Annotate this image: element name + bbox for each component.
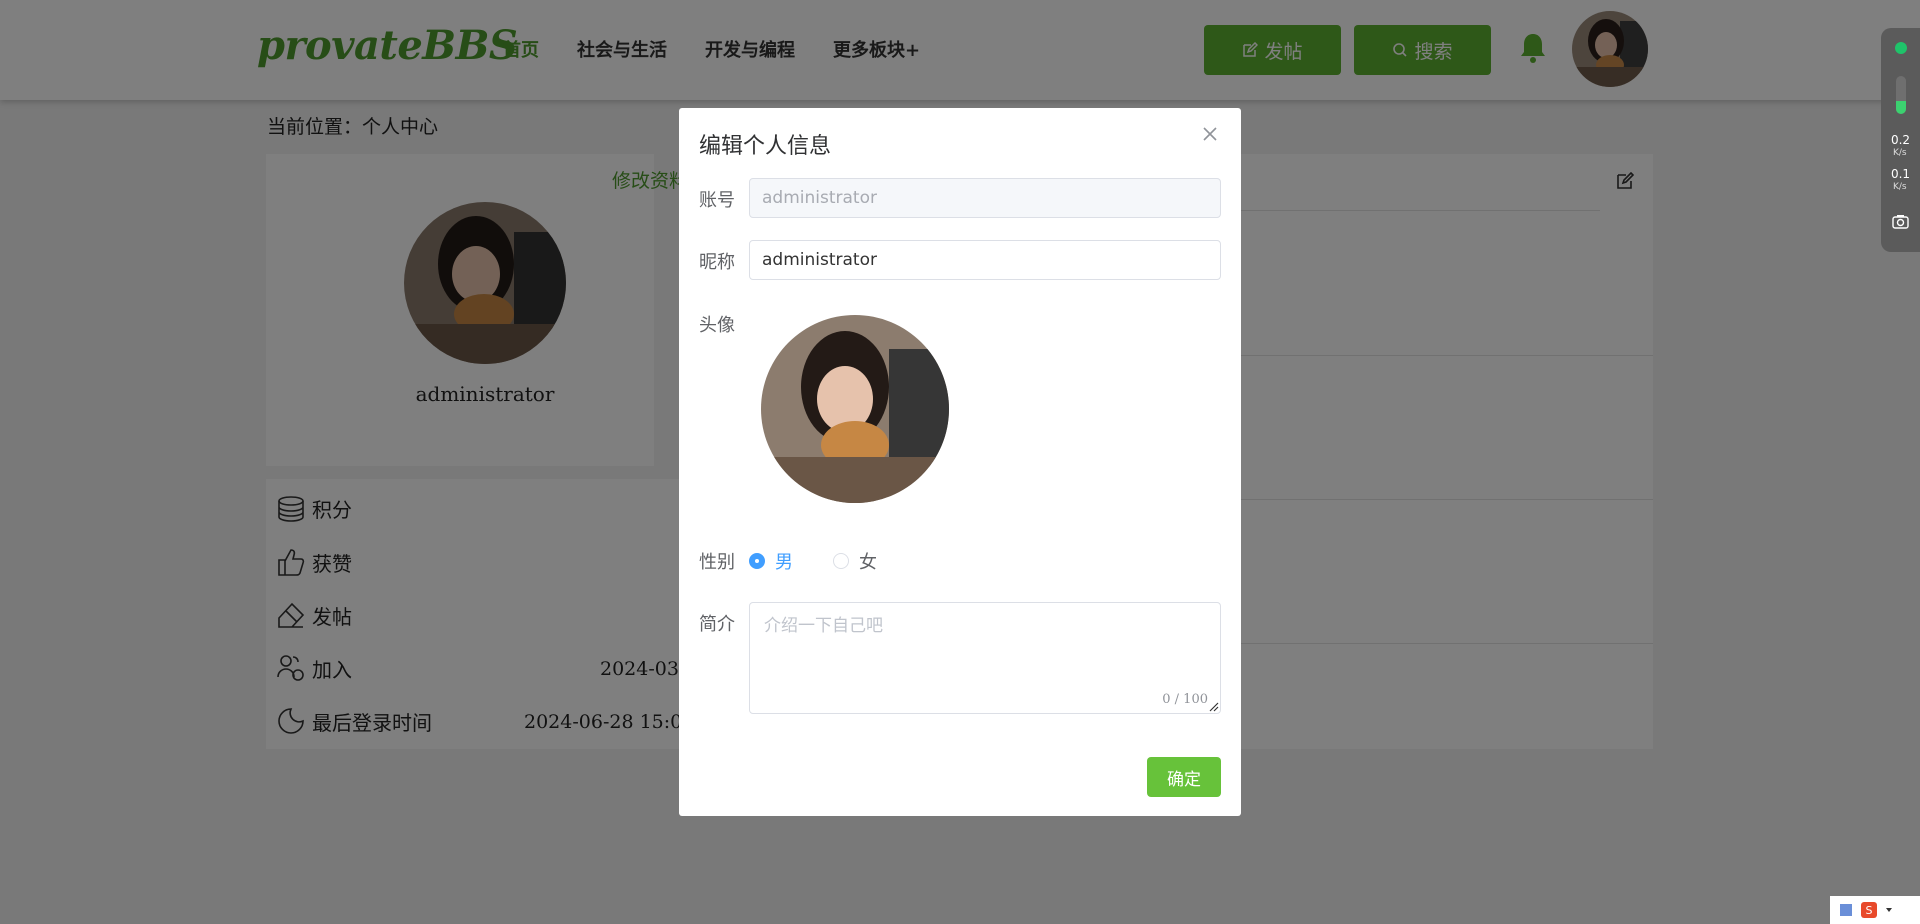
- status-dot: [1895, 42, 1907, 54]
- resize-handle-icon[interactable]: [1207, 700, 1219, 712]
- intro-textarea[interactable]: 介绍一下自己吧 0 / 100: [749, 602, 1221, 714]
- usage-bar: [1896, 76, 1906, 114]
- edit-profile-dialog: 编辑个人信息 账号 administrator 昵称 administrator…: [679, 108, 1241, 816]
- account-label: 账号: [699, 190, 735, 211]
- radio-male[interactable]: [749, 553, 765, 569]
- upload-unit: K/s: [1893, 148, 1907, 158]
- caret-icon[interactable]: [1884, 902, 1894, 918]
- intro-placeholder: 介绍一下自己吧: [764, 616, 883, 636]
- account-field: administrator: [749, 178, 1221, 218]
- svg-text:S: S: [1866, 904, 1873, 917]
- tray-app-icon[interactable]: [1838, 902, 1854, 918]
- radio-male-label[interactable]: 男: [775, 548, 793, 574]
- dialog-title: 编辑个人信息: [699, 134, 832, 159]
- usage-bar-fill: [1896, 100, 1906, 114]
- close-icon[interactable]: [1202, 126, 1218, 142]
- intro-label: 简介: [699, 614, 735, 635]
- system-tray: S: [1830, 896, 1920, 924]
- char-counter: 0 / 100: [1162, 692, 1208, 707]
- network-speed-widget[interactable]: 0.2 K/s 0.1 K/s: [1881, 28, 1920, 252]
- nickname-field[interactable]: administrator: [749, 240, 1221, 280]
- sogou-icon[interactable]: S: [1860, 901, 1878, 919]
- radio-female[interactable]: [833, 553, 849, 569]
- download-unit: K/s: [1893, 182, 1907, 192]
- download-speed: 0.1: [1890, 167, 1911, 181]
- upload-speed: 0.2: [1890, 133, 1911, 147]
- camera-icon[interactable]: [1892, 214, 1909, 229]
- gender-radio-group: 男 女: [749, 548, 877, 574]
- confirm-button[interactable]: 确定: [1147, 757, 1221, 797]
- avatar-uploader[interactable]: [761, 315, 949, 503]
- nickname-label: 昵称: [699, 252, 735, 273]
- radio-female-label[interactable]: 女: [859, 548, 877, 574]
- gender-label: 性别: [699, 552, 735, 573]
- avatar-label: 头像: [699, 315, 735, 336]
